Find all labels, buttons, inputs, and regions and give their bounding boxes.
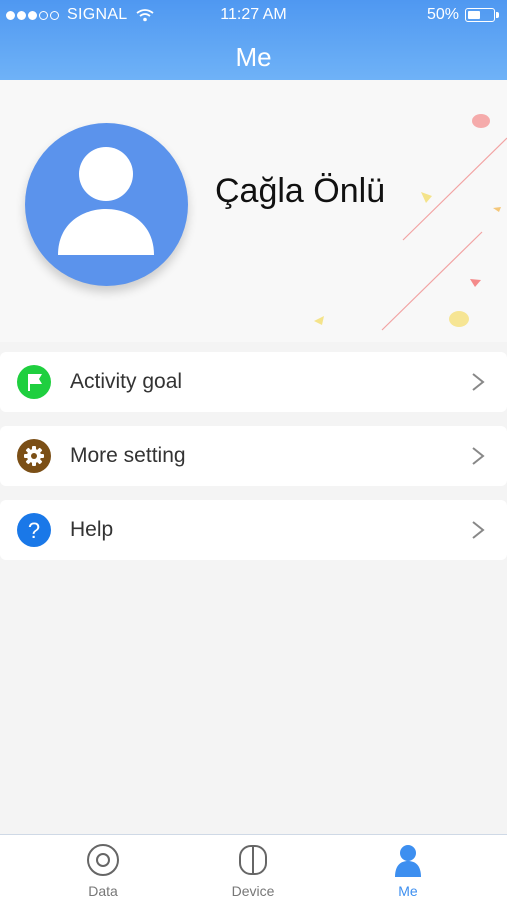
menu-item-more-setting[interactable]: More setting xyxy=(0,426,507,486)
profile-header: Çağla Önlü xyxy=(0,80,507,342)
tab-label: Device xyxy=(231,883,275,899)
data-icon xyxy=(87,844,119,876)
page-title: Me xyxy=(235,42,272,72)
tab-label: Me xyxy=(398,883,418,899)
top-bar: SIGNAL 11:27 AM 50% Me xyxy=(0,0,507,80)
device-icon xyxy=(239,845,267,875)
battery-icon xyxy=(465,8,499,22)
battery-percent: 50% xyxy=(426,6,459,23)
flag-icon xyxy=(17,365,51,399)
menu-item-label: Activity goal xyxy=(70,370,183,393)
chevron-right-icon xyxy=(472,521,485,539)
chevron-right-icon xyxy=(472,373,485,391)
status-bar: SIGNAL 11:27 AM 50% xyxy=(0,0,507,30)
user-name: Çağla Önlü xyxy=(215,172,386,210)
chevron-right-icon xyxy=(472,447,485,465)
person-silhouette-icon xyxy=(58,147,154,255)
avatar[interactable] xyxy=(25,123,188,286)
help-icon: ? xyxy=(17,513,51,547)
menu-item-activity-goal[interactable]: Activity goal xyxy=(0,352,507,412)
menu-item-help[interactable]: ? Help xyxy=(0,500,507,560)
menu-item-label: More setting xyxy=(70,444,186,467)
menu-item-label: Help xyxy=(70,518,114,541)
gear-icon xyxy=(17,439,51,473)
tab-device[interactable]: Device xyxy=(193,835,313,900)
battery-indicator: 50% xyxy=(426,6,499,24)
tab-data[interactable]: Data xyxy=(43,835,163,900)
tab-me[interactable]: Me xyxy=(348,835,468,900)
tab-label: Data xyxy=(88,883,118,899)
bottom-tab-bar: Data Device Me xyxy=(0,834,507,900)
person-icon xyxy=(395,845,421,877)
svg-text:?: ? xyxy=(28,518,40,543)
